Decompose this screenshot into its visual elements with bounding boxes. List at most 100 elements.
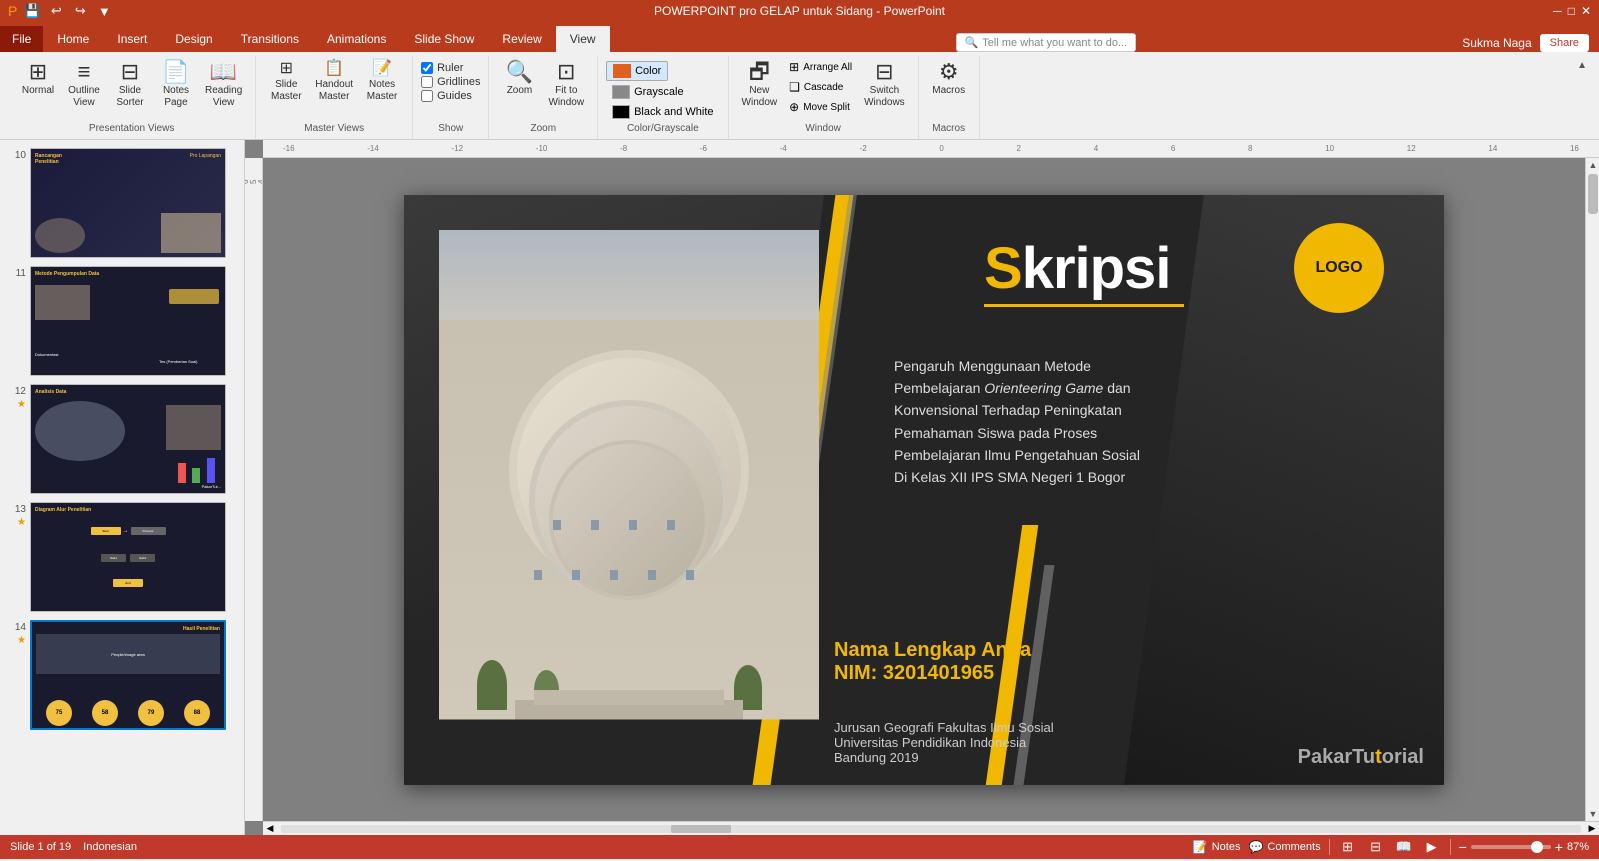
new-window-btn[interactable]: 🗗 NewWindow — [737, 58, 783, 112]
tab-slideshow[interactable]: Slide Show — [400, 26, 488, 52]
arrange-icon: ⊞ — [789, 60, 799, 74]
status-bar: Slide 1 of 19 Indonesian 📝 Notes 💬 Comme… — [0, 835, 1599, 859]
scroll-right-arrow[interactable]: ▶ — [1585, 822, 1599, 836]
tab-insert[interactable]: Insert — [103, 26, 161, 52]
slide-14-number: 14 — [10, 620, 26, 633]
tab-design[interactable]: Design — [161, 26, 226, 52]
ruler-checkbox[interactable]: Ruler — [421, 62, 480, 74]
color-btn[interactable]: Color — [606, 61, 668, 81]
show-label: Show — [438, 123, 463, 137]
notes-icon: 📝 — [1193, 840, 1208, 854]
tab-home[interactable]: Home — [43, 26, 103, 52]
zoom-percent[interactable]: 87% — [1567, 841, 1589, 853]
move-split-btn[interactable]: ⊕ Move Split — [784, 98, 857, 116]
scroll-thumb-h[interactable] — [671, 825, 731, 833]
slide-viewport[interactable]: LOGO Skripsi Pengaruh Menggunaan Metode — [263, 158, 1585, 821]
save-btn[interactable]: 💾 — [23, 2, 41, 20]
cascade-btn[interactable]: ❑ Cascade — [784, 78, 857, 96]
switch-windows-btn[interactable]: ⊟ SwitchWindows — [859, 58, 910, 112]
scroll-left-arrow[interactable]: ◀ — [263, 822, 277, 836]
normal-view-btn[interactable]: ⊞ Normal — [16, 58, 60, 100]
guides-checkbox[interactable]: Guides — [421, 90, 480, 102]
slide-thumb-12[interactable]: 12 ★ Analisis Data PakarTut... — [4, 380, 240, 498]
fit-to-window-btn[interactable]: ⊡ Fit toWindow — [543, 58, 589, 112]
slide-11-thumbnail[interactable]: Metode Pengumpulan Data Tes (Pemberian S… — [30, 266, 226, 376]
slide-thumb-14[interactable]: 14 ★ Hasil Penelitian 75 58 79 88 — [4, 616, 240, 734]
mv-label: Master Views — [304, 123, 364, 137]
slide-thumb-10[interactable]: 10 Rancangan Penelitian Pro Lapangan — [4, 144, 240, 262]
customize-btn[interactable]: ▼ — [95, 2, 113, 20]
desc-line4: Pemahaman Siswa pada Proses — [894, 425, 1097, 441]
ribbon-expand-btn[interactable]: ▲ — [1573, 58, 1591, 73]
zoom-thumb[interactable] — [1531, 841, 1543, 853]
macros-label: Macros — [932, 123, 965, 137]
user-name: Sukma Naga — [1462, 36, 1531, 50]
reading-icon: 📖 — [210, 61, 237, 83]
share-button[interactable]: Share — [1540, 34, 1589, 52]
notes-page-btn[interactable]: 📄 NotesPage — [154, 58, 198, 112]
scroll-down-arrow[interactable]: ▼ — [1586, 807, 1599, 821]
notes-master-btn[interactable]: 📝 NotesMaster — [360, 58, 404, 106]
tab-file[interactable]: File — [0, 26, 43, 52]
notes-btn[interactable]: 📝 Notes — [1193, 840, 1241, 854]
outline-view-btn[interactable]: ≡ OutlineView — [62, 58, 106, 112]
slide-13-thumbnail[interactable]: Diagram Alur Penelitian Start → Process … — [30, 502, 226, 612]
slide-12-number: 12 — [10, 384, 26, 397]
maximize-btn[interactable]: □ — [1568, 4, 1575, 18]
zoom-slider[interactable] — [1471, 845, 1551, 849]
inst-3: Bandung 2019 — [834, 750, 1194, 765]
comments-btn[interactable]: 💬 Comments — [1248, 840, 1320, 854]
zoom-btn[interactable]: 🔍 Zoom — [497, 58, 541, 100]
vertical-scrollbar[interactable]: ▲ ▼ — [1585, 158, 1599, 821]
slideshow-view-status-btn[interactable]: ▶ — [1422, 838, 1442, 856]
inst-2: Universitas Pendidikan Indonesia — [834, 735, 1194, 750]
horizontal-scrollbar[interactable]: ◀ ▶ — [263, 821, 1599, 835]
scroll-track-h[interactable] — [281, 825, 1581, 833]
macros-btn[interactable]: ⚙ Macros — [927, 58, 971, 100]
slide-area: 9 8 7 6 5 4 3 2 1 — [245, 158, 1599, 821]
fit-icon: ⊡ — [557, 61, 575, 83]
gridlines-checkbox[interactable]: Gridlines — [421, 76, 480, 88]
handout-master-btn[interactable]: 📋 HandoutMaster — [310, 58, 358, 106]
black-white-btn[interactable]: Black and White — [606, 103, 719, 121]
tell-me-bar[interactable]: 🔍 Tell me what you want to do... — [956, 33, 1137, 52]
zoom-plus[interactable]: + — [1555, 839, 1563, 855]
reading-view-btn[interactable]: 📖 ReadingView — [200, 58, 247, 112]
institution-section: Jurusan Geografi Fakultas Ilmu Sosial Un… — [834, 720, 1194, 765]
group-presentation-views: ⊞ Normal ≡ OutlineView ⊟ SlideSorter 📄 N… — [8, 56, 256, 139]
grayscale-swatch — [612, 85, 630, 99]
scroll-up-arrow[interactable]: ▲ — [1586, 158, 1599, 172]
tab-transitions[interactable]: Transitions — [227, 26, 313, 52]
group-master-views: ⊞ SlideMaster 📋 HandoutMaster 📝 NotesMas… — [256, 56, 413, 139]
normal-view-status-btn[interactable]: ⊞ — [1338, 838, 1358, 856]
desc-line5: Pembelajaran Ilmu Pengetahuan Sosial — [894, 447, 1140, 463]
new-window-icon: 🗗 — [749, 61, 770, 83]
title-underline — [984, 304, 1184, 307]
slide-12-thumbnail[interactable]: Analisis Data PakarTut... — [30, 384, 226, 494]
slide-info: Slide 1 of 19 — [10, 841, 71, 853]
slide-thumb-13[interactable]: 13 ★ Diagram Alur Penelitian Start → Pro… — [4, 498, 240, 616]
handout-icon: 📋 — [324, 61, 344, 77]
tab-view[interactable]: View — [556, 26, 610, 52]
tab-animations[interactable]: Animations — [313, 26, 400, 52]
desc-line6: Di Kelas XII IPS SMA Negeri 1 Bogor — [894, 469, 1125, 485]
grayscale-btn[interactable]: Grayscale — [606, 83, 690, 101]
scroll-thumb-v[interactable] — [1588, 174, 1598, 214]
watermark: PakarTutorial — [1298, 746, 1424, 769]
tab-review[interactable]: Review — [488, 26, 555, 52]
minimize-btn[interactable]: ─ — [1553, 4, 1562, 18]
arrange-all-btn[interactable]: ⊞ Arrange All — [784, 58, 857, 76]
close-btn[interactable]: ✕ — [1581, 4, 1591, 18]
slide-thumb-11[interactable]: 11 Metode Pengumpulan Data Tes (Pemberia… — [4, 262, 240, 380]
undo-btn[interactable]: ↩ — [47, 2, 65, 20]
zoom-minus[interactable]: − — [1459, 839, 1467, 855]
sorter-view-status-btn[interactable]: ⊟ — [1366, 838, 1386, 856]
scroll-track-v[interactable] — [1586, 172, 1599, 807]
slide-sorter-btn[interactable]: ⊟ SlideSorter — [108, 58, 152, 112]
slide-panel[interactable]: 10 Rancangan Penelitian Pro Lapangan 11 … — [0, 140, 245, 835]
redo-btn[interactable]: ↪ — [71, 2, 89, 20]
slide-master-btn[interactable]: ⊞ SlideMaster — [264, 58, 308, 106]
reading-view-status-btn[interactable]: 📖 — [1394, 838, 1414, 856]
slide-10-thumbnail[interactable]: Rancangan Penelitian Pro Lapangan — [30, 148, 226, 258]
slide-14-thumbnail[interactable]: Hasil Penelitian 75 58 79 88 People/im — [30, 620, 226, 730]
